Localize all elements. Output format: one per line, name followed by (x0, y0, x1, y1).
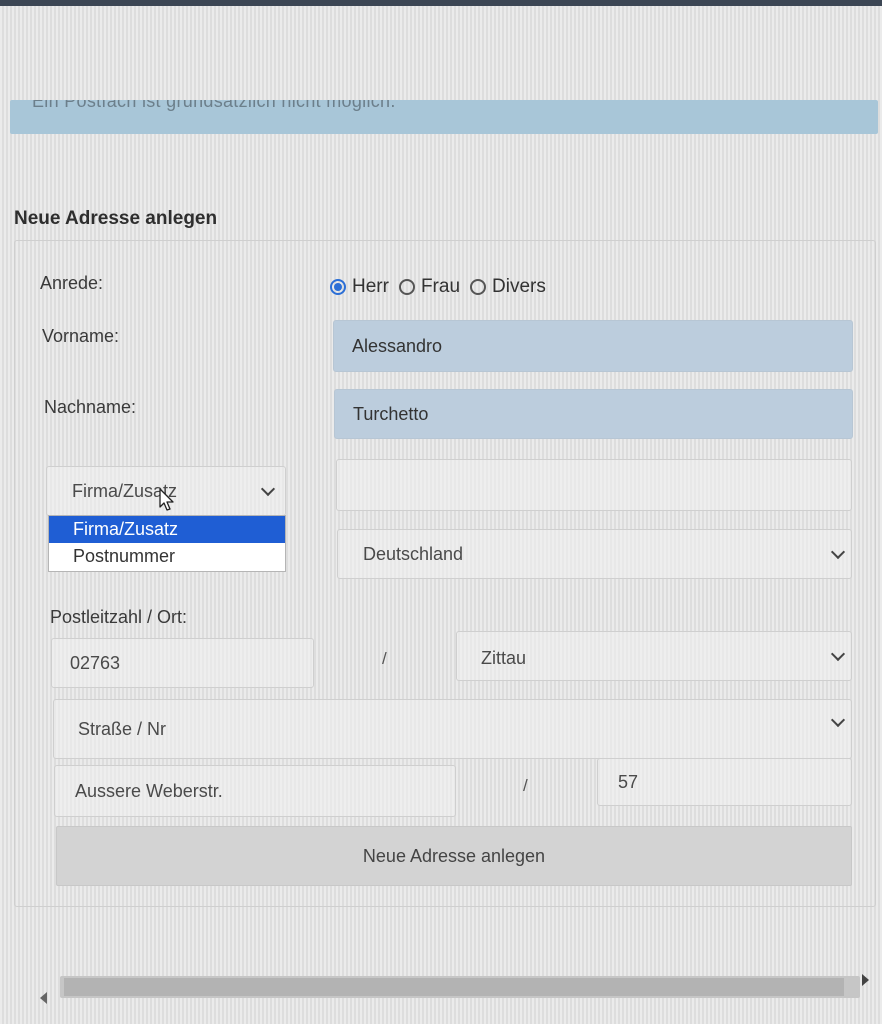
dropdown-option-postnummer[interactable]: Postnummer (49, 543, 285, 570)
firstname-value: Alessandro (352, 335, 443, 356)
mouse-cursor-icon (159, 488, 174, 511)
radio-herr-indicator[interactable] (330, 279, 346, 295)
extra-input[interactable] (336, 459, 852, 511)
radio-herr[interactable]: Herr (330, 276, 389, 298)
street-select-value: Straße / Nr (78, 718, 167, 739)
radio-herr-label: Herr (352, 276, 389, 297)
lastname-label: Nachname: (44, 397, 137, 417)
salutation-radio-group: Herr Frau Divers (330, 274, 556, 300)
street-input[interactable]: Aussere Weberstr. (54, 765, 456, 817)
chevron-down-icon (830, 544, 846, 560)
street-number-separator: / (523, 776, 528, 795)
info-banner: Ein Postfach ist grundsätzlich nicht mög… (10, 100, 878, 134)
street-select[interactable]: Straße / Nr (53, 699, 852, 759)
country-select[interactable]: Deutschland (337, 529, 852, 579)
city-select[interactable]: Zittau (456, 631, 852, 681)
radio-divers-label: Divers (492, 276, 546, 297)
info-banner-text: Ein Postfach ist grundsätzlich nicht mög… (32, 100, 396, 111)
radio-frau-indicator[interactable] (398, 279, 415, 295)
street-value: Aussere Weberstr. (75, 780, 223, 801)
scroll-left-arrow-icon[interactable] (40, 992, 47, 1004)
zip-value: 02763 (70, 652, 121, 673)
top-edge-strip (0, 0, 882, 6)
country-select-value: Deutschland (363, 543, 464, 564)
chevron-down-icon (830, 646, 846, 662)
chevron-down-icon (830, 712, 846, 728)
section-title: Neue Adresse anlegen (14, 208, 218, 229)
chevron-down-icon (260, 481, 276, 497)
radio-frau[interactable]: Frau (398, 276, 461, 298)
radio-divers[interactable]: Divers (470, 276, 546, 298)
zip-input[interactable]: 02763 (51, 638, 314, 688)
radio-divers-indicator[interactable] (470, 279, 487, 295)
create-address-button[interactable]: Neue Adresse anlegen (56, 826, 852, 886)
postal-label: Postleitzahl / Ort: (50, 607, 188, 627)
dropdown-option-firma-zusatz[interactable]: Firma/Zusatz (49, 516, 285, 543)
zip-city-separator: / (382, 649, 387, 668)
scroll-right-arrow-icon[interactable] (862, 974, 869, 986)
salutation-label: Anrede: (40, 273, 104, 293)
extra-type-dropdown-menu: Firma/Zusatz Postnummer (48, 515, 286, 572)
firstname-input[interactable]: Alessandro (333, 320, 853, 372)
radio-frau-label: Frau (420, 276, 461, 297)
firstname-label: Vorname: (42, 326, 120, 346)
lastname-value: Turchetto (353, 403, 429, 424)
horizontal-scrollbar[interactable] (34, 968, 882, 1004)
house-number-value: 57 (618, 771, 639, 792)
house-number-input[interactable]: 57 (597, 758, 852, 806)
city-select-value: Zittau (481, 648, 527, 668)
scrollbar-thumb[interactable] (64, 978, 844, 996)
lastname-input[interactable]: Turchetto (334, 389, 853, 439)
